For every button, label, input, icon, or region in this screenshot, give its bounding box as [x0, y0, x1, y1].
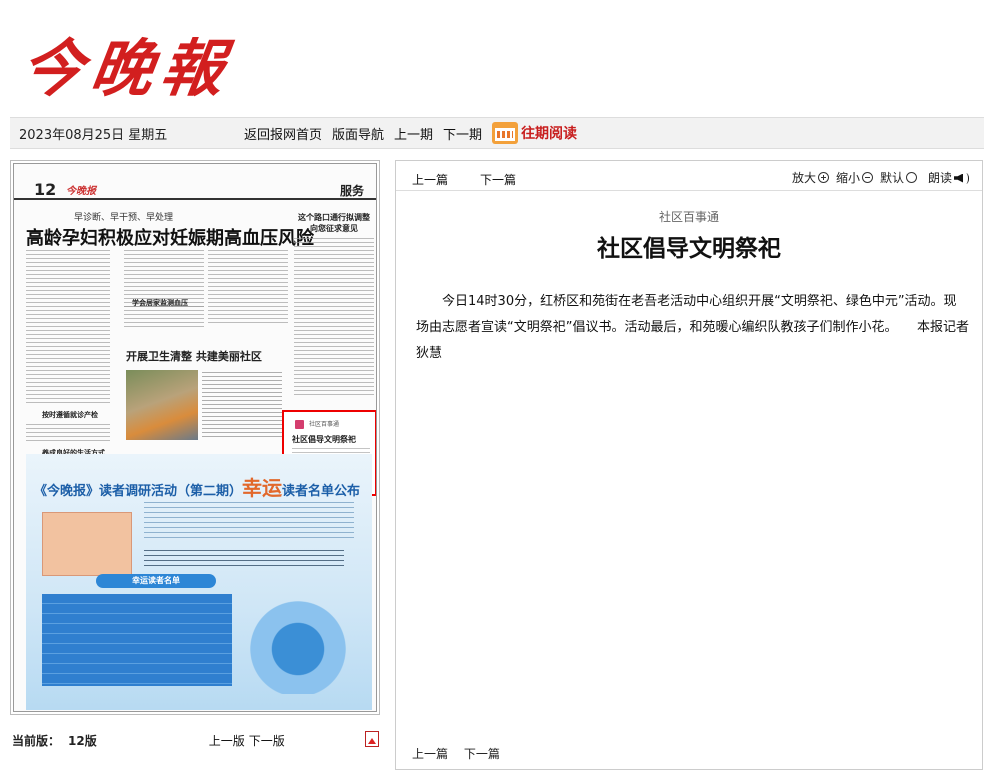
zoom-out-button[interactable]: 缩小: [836, 169, 874, 186]
newspaper-logo: 今晚報: [16, 32, 237, 105]
article-panel: 上一篇 下一篇 放大 缩小 默认 朗读 社区百事通 社区倡导文明祭祀 今日14时…: [395, 160, 983, 770]
page-section: 服务: [339, 184, 364, 198]
ad-body-text: [144, 502, 354, 542]
photo-caption-text: [202, 372, 282, 440]
speaker-icon: [954, 171, 970, 185]
pdf-icon[interactable]: [365, 731, 379, 747]
ad-illustration: [244, 594, 364, 694]
current-page-value: 12版: [68, 733, 97, 748]
winners-heading: 幸运读者名单: [96, 574, 216, 588]
page-header: 12 今晚报 服务: [14, 164, 376, 200]
text-column: [208, 250, 288, 326]
ad-title: 《今晚报》读者调研活动（第二期）幸运读者名单公布: [34, 476, 361, 500]
side-headline[interactable]: 这个路口通行拟调整 向您征求意见: [292, 212, 376, 234]
read-aloud-label: 朗读: [928, 171, 953, 185]
zoom-out-label: 缩小: [836, 171, 861, 185]
read-aloud-button[interactable]: 朗读: [928, 169, 970, 186]
zoom-in-button[interactable]: 放大: [792, 169, 830, 186]
masthead: 今晚報: [0, 0, 994, 110]
page-preview-panel: 12 今晚报 服务 早诊断、早干预、早处理 高龄孕妇积极应对妊娠期高血压风险 这…: [10, 160, 380, 715]
hotspot-title: 社区倡导文明祭祀: [292, 435, 356, 444]
date-navigation-bar: 2023年08月25日 星期五 返回报网首页 版面导航 上一期 下一期 往期阅读: [10, 117, 984, 149]
reset-zoom-button[interactable]: 默认: [880, 169, 918, 186]
reader-survey-ad[interactable]: 《今晚报》读者调研活动（第二期）幸运读者名单公布 幸运读者名单: [26, 454, 372, 710]
newspaper-page-image[interactable]: 12 今晚报 服务 早诊断、早干预、早处理 高龄孕妇积极应对妊娠期高血压风险 这…: [13, 163, 377, 712]
minus-circle-icon: [862, 172, 874, 183]
winners-table: [42, 594, 232, 686]
gift-box-image: [42, 512, 132, 576]
article-body: 今日14时30分，红桥区和苑街在老吾老活动中心组织开展“文明祭祀、绿色中元”活动…: [416, 294, 982, 361]
zoom-in-label: 放大: [792, 171, 817, 185]
photo-headline[interactable]: 开展卫生清整 共建美丽社区: [126, 348, 262, 364]
page-paper-name: 今晚报: [66, 186, 96, 197]
article-toolbar: 上一篇 下一篇 放大 缩小 默认 朗读: [396, 161, 982, 191]
column-icon: [295, 420, 304, 429]
next-page-link[interactable]: 下一版: [249, 732, 285, 749]
article-column: 社区百事通: [658, 210, 719, 224]
plus-circle-icon: [818, 172, 830, 183]
page-footer-nav: 当前版： 12版 上一版 下一版: [10, 727, 380, 753]
text-column: [26, 424, 110, 444]
prev-issue-link[interactable]: 上一期: [394, 124, 433, 143]
text-column: [294, 238, 374, 398]
text-column: [124, 306, 204, 328]
bottom-prev-article-link[interactable]: 上一篇: [412, 747, 448, 761]
hotspot-column: 社区百事通: [309, 421, 340, 428]
next-issue-link[interactable]: 下一期: [443, 124, 482, 143]
layout-nav-link[interactable]: 版面导航: [332, 124, 384, 143]
subheading: 按时遵循就诊产检: [42, 411, 98, 419]
prev-page-link[interactable]: 上一版: [209, 732, 245, 749]
home-link[interactable]: 返回报网首页: [244, 124, 322, 143]
article-bottom-nav: 上一篇 下一篇: [412, 745, 512, 762]
next-article-link[interactable]: 下一篇: [480, 171, 516, 188]
circle-icon: [906, 172, 918, 183]
article-title: 社区倡导文明祭祀: [597, 236, 781, 262]
subheading: 学会居家监测血压: [132, 299, 188, 307]
lead-subhead: 早诊断、早干预、早处理: [74, 213, 174, 223]
issue-date: 2023年08月25日 星期五: [19, 127, 168, 143]
prev-article-link[interactable]: 上一篇: [412, 171, 448, 188]
reset-zoom-label: 默认: [880, 171, 905, 185]
calendar-icon[interactable]: [492, 122, 519, 144]
page-number: 12: [34, 180, 57, 199]
bottom-next-article-link[interactable]: 下一篇: [464, 747, 500, 761]
ad-info-text: [144, 550, 344, 570]
lead-headline[interactable]: 高龄孕妇积极应对妊娠期高血压风险: [26, 224, 314, 250]
news-photo: [126, 370, 198, 440]
current-page-label: 当前版：: [12, 733, 61, 748]
text-column: [26, 250, 110, 406]
past-issues-link[interactable]: 往期阅读: [521, 123, 577, 143]
